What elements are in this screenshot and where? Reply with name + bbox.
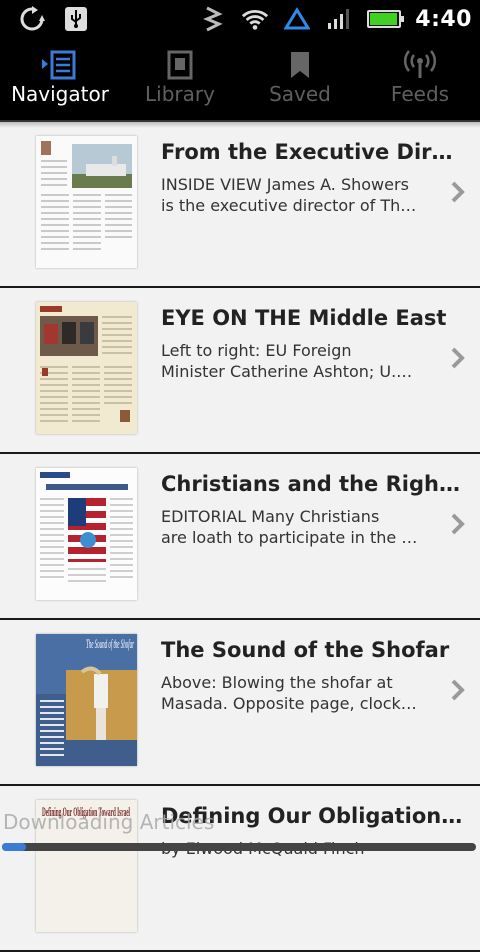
chevron-right-icon [451, 347, 465, 369]
snippet-line: Masada. Opposite page, clock… [161, 694, 417, 713]
tab-feeds[interactable]: Feeds [360, 38, 480, 120]
article-snippet: Left to right: EU Foreign Minister Cathe… [161, 340, 423, 382]
article-title: The Sound of the Shofar [161, 638, 450, 662]
article-thumbnail [36, 302, 137, 434]
article-title: Christians and the Right t… [161, 472, 463, 496]
status-bar: 4:40 [0, 0, 480, 38]
snippet-line: are loath to participate in the … [161, 528, 418, 547]
article-title: From the Executive Direc… [161, 140, 463, 164]
snippet-line: Minister Catherine Ashton; U.… [161, 362, 413, 381]
tab-label: Navigator [11, 82, 109, 106]
tab-bar: Navigator Library Saved Feeds [0, 38, 480, 122]
tab-bar-shadow [0, 122, 480, 128]
snippet-line: EDITORIAL Many Christians [161, 507, 380, 526]
tab-navigator[interactable]: Navigator [0, 38, 120, 120]
thumbnail-title: The Sound of the Shofar [86, 636, 134, 651]
navigator-list-icon [40, 50, 80, 80]
snippet-line: Left to right: EU Foreign [161, 341, 352, 360]
chevron-right-icon [451, 181, 465, 203]
feeds-broadcast-icon [400, 50, 440, 80]
tab-saved[interactable]: Saved [240, 38, 360, 120]
data-arrow-icon [283, 6, 311, 32]
wifi-icon [241, 6, 269, 32]
article-thumbnail [36, 136, 137, 268]
snippet-line: INSIDE VIEW James A. Showers [161, 175, 409, 194]
status-clock: 4:40 [415, 6, 472, 32]
article-row[interactable]: EYE ON THE Middle East Left to right: EU… [0, 288, 480, 454]
article-row[interactable]: From the Executive Direc… INSIDE VIEW Ja… [0, 122, 480, 288]
library-icon [160, 50, 200, 80]
article-snippet: Above: Blowing the shofar at Masada. Opp… [161, 672, 423, 714]
tab-label: Saved [269, 82, 331, 106]
vibrate-icon [199, 6, 227, 32]
sync-icon [18, 6, 46, 32]
article-title: EYE ON THE Middle East [161, 306, 447, 330]
article-row[interactable]: The Sound of the Shofar The Sound of the… [0, 620, 480, 786]
tab-label: Feeds [390, 82, 450, 106]
article-thumbnail [36, 468, 137, 600]
chevron-right-icon [451, 679, 465, 701]
article-snippet: INSIDE VIEW James A. Showers is the exec… [161, 174, 423, 216]
article-thumbnail: The Sound of the Shofar [36, 634, 137, 766]
chevron-right-icon [451, 513, 465, 535]
battery-icon [367, 10, 405, 28]
tab-library[interactable]: Library [120, 38, 240, 120]
download-toast: Downloading Articles [3, 810, 215, 834]
download-progress-bar [2, 843, 476, 851]
snippet-line: Above: Blowing the shofar at [161, 673, 393, 692]
tab-label: Library [145, 82, 215, 106]
usb-icon [62, 6, 90, 32]
download-progress-fill [2, 843, 26, 851]
snippet-line: is the executive director of Th… [161, 196, 417, 215]
article-row[interactable]: Christians and the Right t… EDITORIAL Ma… [0, 454, 480, 620]
article-snippet: EDITORIAL Many Christians are loath to p… [161, 506, 423, 548]
bookmark-icon [280, 50, 320, 80]
signal-icon [325, 6, 353, 32]
